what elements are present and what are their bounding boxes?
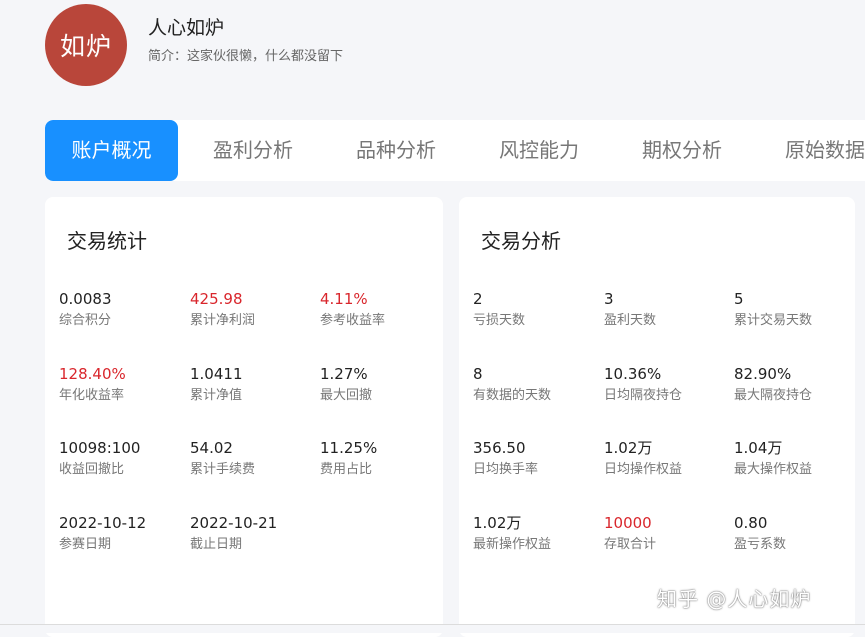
stat-label: 参考收益率: [320, 313, 386, 328]
stat-label: 收益回撤比: [59, 462, 125, 477]
stat-label: 日均操作权益: [604, 462, 683, 477]
stat-item: 2022-10-21 截止日期: [190, 513, 277, 554]
username: 人心如炉: [148, 16, 225, 39]
stat-item: 8 有数据的天数: [473, 364, 551, 405]
stat-label: 累计净利润: [190, 313, 256, 328]
stat-value: 54.02: [190, 439, 233, 457]
stat-value: 82.90%: [734, 365, 792, 383]
stat-value: 1.04万: [734, 439, 783, 457]
stat-label: 日均换手率: [473, 462, 539, 477]
stat-item: 2 亏损天数: [473, 289, 525, 330]
tab-bar: 账户概况 盈利分析 品种分析 风控能力 期权分析 原始数据: [45, 120, 865, 181]
stat-item: 10.36% 日均隔夜持仓: [604, 364, 682, 405]
tab-options-analysis[interactable]: 期权分析: [642, 120, 722, 181]
stat-value: 128.40%: [59, 365, 126, 383]
stat-item: 10000 存取合计: [604, 513, 656, 554]
stat-item: 1.27% 最大回撤: [320, 364, 372, 405]
stat-value: 1.0411: [190, 365, 243, 383]
stat-value: 0.80: [734, 514, 768, 532]
stat-value: 8: [473, 365, 483, 383]
stat-label: 盈利天数: [604, 313, 657, 328]
stat-item: 1.02万 日均操作权益: [604, 438, 682, 479]
stat-label: 累计手续费: [190, 462, 256, 477]
stat-label: 累计交易天数: [734, 313, 813, 328]
tab-raw-data[interactable]: 原始数据: [785, 120, 865, 181]
card-title: 交易分析: [481, 229, 561, 253]
stat-item: 11.25% 费用占比: [320, 438, 377, 479]
stat-item: 3 盈利天数: [604, 289, 656, 330]
tab-account-overview[interactable]: 账户概况: [45, 120, 178, 181]
stat-label: 有数据的天数: [473, 388, 552, 403]
stat-label: 日均隔夜持仓: [604, 388, 683, 403]
stat-item: 2022-10-12 参赛日期: [59, 513, 146, 554]
stat-label: 年化收益率: [59, 388, 125, 403]
stat-label: 参赛日期: [59, 537, 112, 552]
stat-label: 盈亏系数: [734, 537, 787, 552]
stat-value: 10.36%: [604, 365, 662, 383]
stat-value: 1.27%: [320, 365, 368, 383]
stat-value: 356.50: [473, 439, 526, 457]
stat-value: 2: [473, 290, 483, 308]
stat-value: 1.02万: [473, 514, 522, 532]
stat-item: 54.02 累计手续费: [190, 438, 255, 479]
stat-label: 费用占比: [320, 462, 373, 477]
tab-variety-analysis[interactable]: 品种分析: [356, 120, 436, 181]
stat-item: 0.0083 综合积分: [59, 289, 112, 330]
avatar[interactable]: 如炉: [45, 4, 127, 86]
stat-item: 1.0411 累计净值: [190, 364, 243, 405]
stat-item: 356.50 日均换手率: [473, 438, 538, 479]
tab-risk-control[interactable]: 风控能力: [499, 120, 579, 181]
stat-value: 2022-10-21: [190, 514, 278, 532]
card-title: 交易统计: [67, 229, 147, 253]
stat-value: 425.98: [190, 290, 243, 308]
stat-value: 3: [604, 290, 614, 308]
stat-item: 1.02万 最新操作权益: [473, 513, 551, 554]
stat-value: 10098:100: [59, 439, 141, 457]
tab-profit-analysis[interactable]: 盈利分析: [213, 120, 293, 181]
trade-analysis-card: 交易分析 2 亏损天数 3 盈利天数 5 累计交易天数 8 有数据的天数 10.…: [459, 197, 855, 637]
avatar-text: 如炉: [59, 32, 112, 61]
profile-info: 人心如炉 简介：这家伙很懒，什么都没留下: [148, 15, 343, 64]
stat-value: 4.11%: [320, 290, 368, 308]
stat-label: 累计净值: [190, 388, 243, 403]
stat-label: 综合积分: [59, 313, 112, 328]
stat-item: 4.11% 参考收益率: [320, 289, 385, 330]
stat-item: 10098:100 收益回撤比: [59, 438, 140, 479]
stat-item: 425.98 累计净利润: [190, 289, 255, 330]
stat-value: 2022-10-12: [59, 514, 147, 532]
stat-label: 亏损天数: [473, 313, 526, 328]
stat-item: 5 累计交易天数: [734, 289, 812, 330]
stat-item: 0.80 盈亏系数: [734, 513, 786, 554]
stat-item: 1.04万 最大操作权益: [734, 438, 812, 479]
stat-item: 82.90% 最大隔夜持仓: [734, 364, 812, 405]
user-bio: 简介：这家伙很懒，什么都没留下: [148, 48, 344, 64]
stat-label: 存取合计: [604, 537, 657, 552]
stat-item: 128.40% 年化收益率: [59, 364, 126, 405]
stat-value: 1.02万: [604, 439, 653, 457]
stat-value: 0.0083: [59, 290, 112, 308]
zhihu-watermark: 知乎 @人心如炉: [657, 587, 812, 611]
profile-header: 如炉 人心如炉 简介：这家伙很懒，什么都没留下: [45, 4, 343, 86]
stat-value: 5: [734, 290, 744, 308]
stat-label: 最新操作权益: [473, 537, 552, 552]
stat-label: 最大回撤: [320, 388, 373, 403]
stat-value: 10000: [604, 514, 652, 532]
stat-label: 截止日期: [190, 537, 243, 552]
stat-label: 最大操作权益: [734, 462, 813, 477]
stat-label: 最大隔夜持仓: [734, 388, 813, 403]
stat-value: 11.25%: [320, 439, 378, 457]
trade-stats-card: 交易统计 0.0083 综合积分 425.98 累计净利润 4.11% 参考收益…: [45, 197, 443, 637]
